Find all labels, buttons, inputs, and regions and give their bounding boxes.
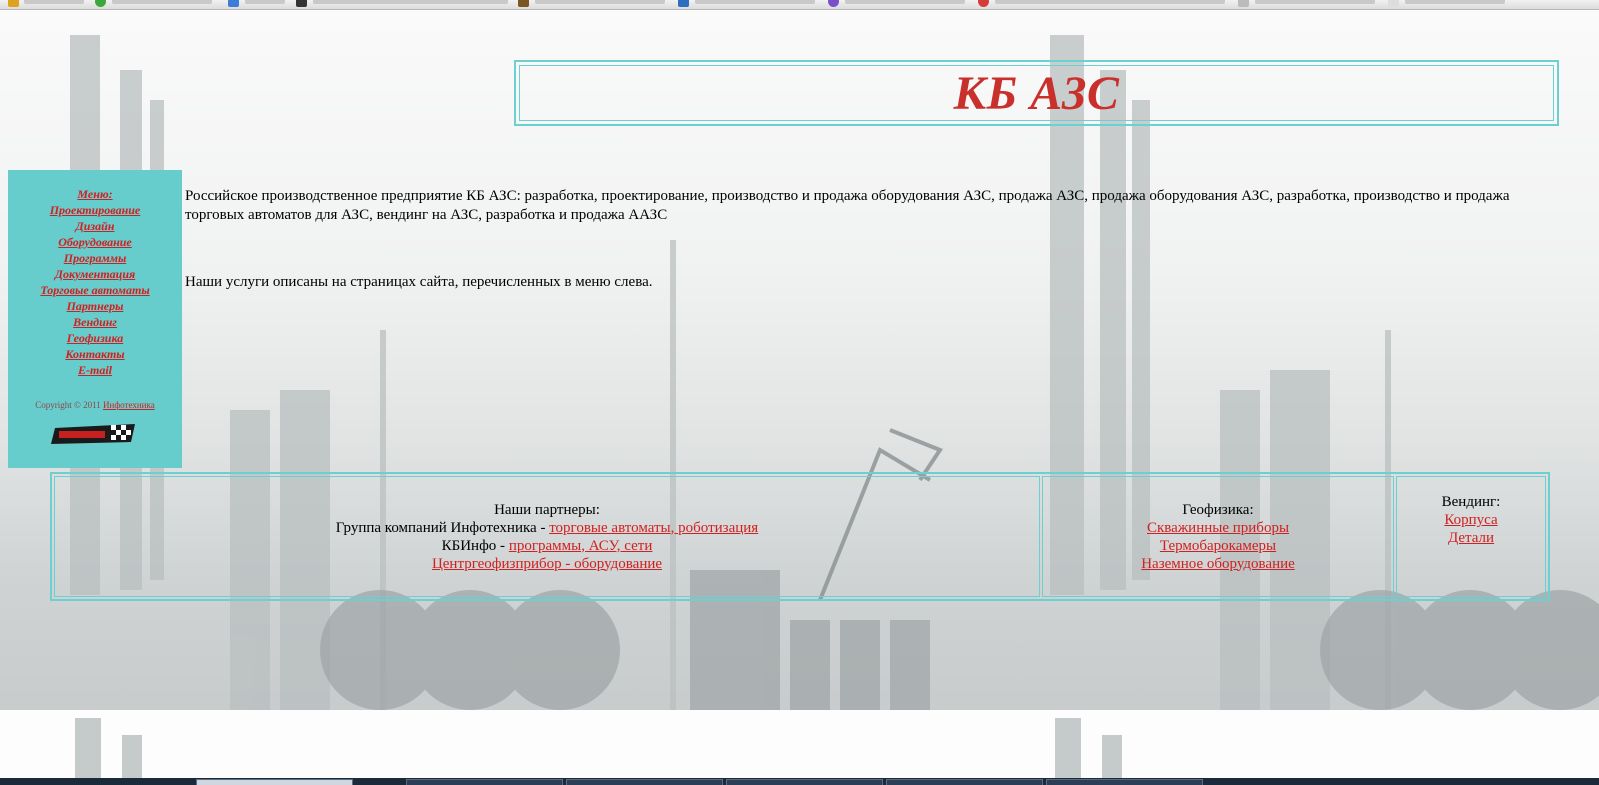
taskbar-button[interactable] bbox=[886, 779, 1043, 785]
bookmark-label[interactable] bbox=[995, 0, 1225, 4]
taskbar bbox=[0, 778, 1599, 785]
bookmark-icon[interactable] bbox=[518, 0, 529, 7]
bookmark-label[interactable] bbox=[1255, 0, 1375, 4]
bookmark-label[interactable] bbox=[535, 0, 665, 4]
bookmark-label[interactable] bbox=[845, 0, 965, 4]
menu-link-email[interactable]: E-mail bbox=[8, 362, 182, 378]
partner-link-kbinfo[interactable]: программы, АСУ, сети bbox=[509, 538, 653, 554]
vending-cell: Вендинг: Корпуса Детали bbox=[1396, 476, 1546, 597]
taskbar-button[interactable] bbox=[726, 779, 883, 785]
partner-row: КБИнфо - программы, АСУ, сети bbox=[442, 537, 653, 555]
partner-row: Группа компаний Инфотехника - торговые а… bbox=[336, 519, 758, 537]
insider-logo[interactable] bbox=[51, 422, 139, 446]
partner-row: Центргеофизприбор - оборудование bbox=[432, 555, 662, 573]
bookmark-icon[interactable] bbox=[8, 0, 19, 7]
vending-link-parts[interactable]: Детали bbox=[1448, 529, 1494, 547]
bookmark-icon[interactable] bbox=[95, 0, 106, 7]
partner-link-infotechnika[interactable]: торговые автоматы, роботизация bbox=[549, 520, 758, 536]
menu-link-design[interactable]: Дизайн bbox=[8, 218, 182, 234]
intro-paragraph: Российское производственное предприятие … bbox=[185, 188, 1510, 223]
bookmark-icon[interactable] bbox=[1388, 0, 1399, 7]
partner-name: КБИнфо - bbox=[441, 537, 509, 554]
bookmark-label[interactable] bbox=[245, 0, 285, 4]
taskbar-button[interactable] bbox=[196, 779, 353, 785]
page-title: КБ АЗС bbox=[953, 66, 1120, 120]
header-frame: КБ АЗС bbox=[514, 60, 1559, 126]
bookmark-icon[interactable] bbox=[296, 0, 307, 7]
taskbar-button[interactable] bbox=[566, 779, 723, 785]
bookmark-icon[interactable] bbox=[828, 0, 839, 7]
geophysics-link-surface-equipment[interactable]: Наземное оборудование bbox=[1141, 555, 1295, 573]
menu-heading-link[interactable]: Меню: bbox=[8, 186, 182, 202]
taskbar-button[interactable] bbox=[1046, 779, 1203, 785]
geophysics-link-thermobaric-chambers[interactable]: Термобарокамеры bbox=[1160, 537, 1276, 555]
vending-heading: Вендинг: bbox=[1441, 494, 1501, 510]
partner-link-centrgeofizpribor[interactable]: Центргеофизприбор - оборудование bbox=[432, 556, 662, 572]
menu-link-geophysics[interactable]: Геофизика bbox=[8, 330, 182, 346]
bookmark-label[interactable] bbox=[1405, 0, 1505, 4]
menu-link-partners[interactable]: Партнеры bbox=[8, 298, 182, 314]
geophysics-link-borehole-tools[interactable]: Скважинные приборы bbox=[1147, 519, 1289, 537]
menu-link-vending[interactable]: Вендинг bbox=[8, 314, 182, 330]
geophysics-heading: Геофизика: bbox=[1182, 501, 1254, 518]
copyright-link[interactable]: Инфотехника bbox=[103, 400, 155, 410]
menu-link-equipment[interactable]: Оборудование bbox=[8, 234, 182, 250]
menu-link-design-engineering[interactable]: Проектирование bbox=[8, 202, 182, 218]
partners-cell: Наши партнеры: Группа компаний Инфотехни… bbox=[54, 476, 1040, 597]
bookmarks-bar bbox=[0, 0, 1599, 10]
copyright-notice: Copyright © 2011 Инфотехника bbox=[8, 400, 182, 410]
menu-link-vending-machines[interactable]: Торговые автоматы bbox=[8, 282, 182, 298]
services-note: Наши услуги описаны на страницах сайта, … bbox=[185, 274, 653, 290]
menu-link-contacts[interactable]: Контакты bbox=[8, 346, 182, 362]
bookmark-label[interactable] bbox=[695, 0, 815, 4]
bookmark-icon[interactable] bbox=[678, 0, 689, 7]
header-inner: КБ АЗС bbox=[519, 65, 1554, 121]
vending-link-cases[interactable]: Корпуса bbox=[1444, 511, 1497, 529]
sidebar-menu: Меню: Проектирование Дизайн Оборудование… bbox=[8, 170, 182, 468]
refinery-background-image bbox=[0, 710, 1599, 785]
partners-table: Наши партнеры: Группа компаний Инфотехни… bbox=[50, 472, 1550, 601]
copyright-text: Copyright © 2011 bbox=[35, 400, 104, 410]
bookmark-label[interactable] bbox=[24, 0, 84, 4]
bookmark-icon[interactable] bbox=[1238, 0, 1249, 7]
bookmark-icon[interactable] bbox=[228, 0, 239, 7]
bookmark-icon[interactable] bbox=[978, 0, 989, 7]
taskbar-button[interactable] bbox=[406, 779, 563, 785]
menu-link-software[interactable]: Программы bbox=[8, 250, 182, 266]
menu-link-documentation[interactable]: Документация bbox=[8, 266, 182, 282]
bookmark-label[interactable] bbox=[112, 0, 212, 4]
partner-name: Группа компаний Инфотехника - bbox=[335, 519, 550, 536]
geophysics-cell: Геофизика: Скважинные приборы Термобарок… bbox=[1042, 476, 1394, 597]
partners-heading: Наши партнеры: bbox=[494, 501, 600, 518]
bookmark-label[interactable] bbox=[313, 0, 508, 4]
